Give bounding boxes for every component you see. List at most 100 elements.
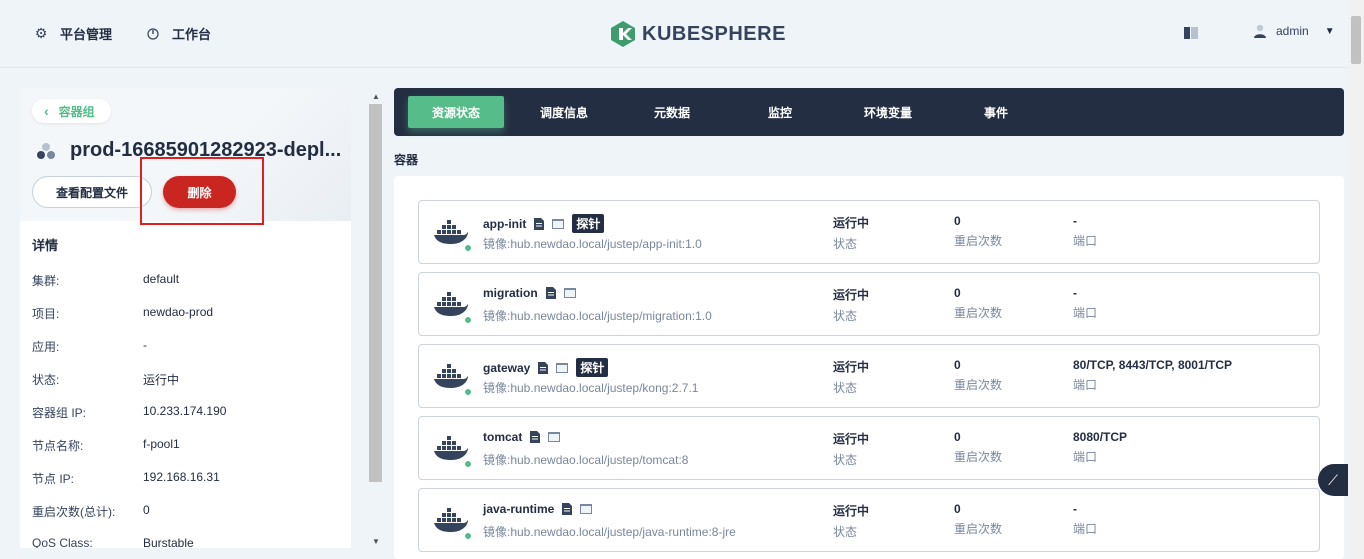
restarts-column: 0 重启次数 [954,358,1002,393]
detail-row: 节点 IP: 192.168.16.31 [32,470,220,487]
nav-workbench[interactable]: 工作台 [146,24,211,43]
restarts-column: 0 重启次数 [954,430,1002,465]
back-button[interactable]: ‹ 容器组 [32,99,111,123]
restarts-label: 重启次数 [954,450,1003,464]
detail-value: Burstable [143,536,194,548]
terminal-icon[interactable] [563,288,576,298]
detail-row: QoS Class: Burstable [32,536,194,548]
container-card[interactable]: migration 镜像:hub.newdao.local/justep/mig… [418,272,1320,336]
container-name-row: gateway 探针 [483,358,609,377]
detail-key: 节点 IP: [32,472,75,486]
container-image: 镜像:hub.newdao.local/justep/app-init:1.0 [483,237,702,251]
detail-value: f-pool1 [143,437,180,451]
hammer-icon: ⟋ [1328,471,1338,488]
status-label: 状态 [833,309,858,323]
detail-value: 运行中 [143,373,180,387]
ports-column: - 端口 [1073,502,1097,537]
terminal-icon[interactable] [580,504,593,514]
container-name-row: migration [483,286,576,300]
ports-value: - [1073,214,1077,228]
detail-row: 节点名称: f-pool1 [32,437,180,454]
restarts-value: 0 [954,430,961,444]
container-name-row: app-init 探针 [483,214,605,233]
kubesphere-logo[interactable]: KUBESPHERE [610,20,786,48]
probe-badge: 探针 [576,358,609,377]
container-card[interactable]: app-init 探针 镜像:hub.newdao.local/justep/a… [418,200,1320,264]
terminal-icon[interactable] [548,432,561,442]
file-icon[interactable] [530,431,541,443]
tab-scheduling[interactable]: 调度信息 [516,96,612,128]
detail-key: 状态: [32,373,60,387]
nav-platform-label: 平台管理 [60,27,113,42]
tab-resource-status[interactable]: 资源状态 [408,96,504,128]
ports-label: 端口 [1073,450,1098,464]
nav-workbench-label: 工作台 [172,27,212,42]
chevron-down-icon: ▼ [1324,25,1335,37]
ports-column: - 端口 [1073,214,1097,249]
ports-value: - [1073,502,1077,516]
restarts-label: 重启次数 [954,234,1003,248]
restarts-value: 0 [954,286,961,300]
detail-tabs: 资源状态 调度信息 元数据 监控 环境变量 事件 [394,88,1344,136]
probe-badge: 探针 [572,214,605,233]
status-column: 运行中 状态 [833,358,869,396]
restarts-value: 0 [954,358,961,372]
tab-events[interactable]: 事件 [948,96,1044,128]
highlight-box [140,157,264,225]
status-dot [464,244,472,252]
gear-icon: ⚙ [34,25,48,41]
detail-row: 重启次数(总计): 0 [32,503,150,520]
detail-key: 集群: [32,274,60,288]
status-label: 状态 [833,237,858,251]
detail-value: 10.233.174.190 [143,404,227,418]
ports-column: 80/TCP, 8443/TCP, 8001/TCP 端口 [1073,358,1232,393]
ports-label: 端口 [1073,522,1098,536]
container-name: gateway [483,360,531,375]
status-column: 运行中 状态 [833,214,869,252]
container-name: tomcat [483,430,523,444]
status-label: 状态 [833,525,858,539]
detail-row: 应用: - [32,338,147,355]
container-card[interactable]: tomcat 镜像:hub.newdao.local/justep/tomcat… [418,416,1320,480]
detail-key: 容器组 IP: [32,406,87,420]
containers-list: app-init 探针 镜像:hub.newdao.local/justep/a… [394,176,1344,559]
back-label: 容器组 [58,104,95,119]
detail-value: 192.168.16.31 [143,470,220,484]
scroll-up-icon[interactable]: ▲ [372,92,380,101]
toolbox-button[interactable]: ⟋ [1318,464,1348,496]
file-icon[interactable] [545,287,556,299]
restarts-column: 0 重启次数 [954,286,1002,321]
container-name-row: java-runtime [483,502,593,516]
status-dot [464,316,472,324]
page-scrollbar[interactable] [1348,0,1364,559]
view-config-button[interactable]: 查看配置文件 [32,176,152,208]
book-icon[interactable] [1184,27,1198,39]
container-name: java-runtime [483,502,555,516]
file-icon[interactable] [534,217,545,230]
file-icon[interactable] [562,503,573,515]
detail-key: 节点名称: [32,439,84,453]
restarts-label: 重启次数 [954,378,1003,392]
kubesphere-logo-icon [611,21,635,47]
container-card[interactable]: java-runtime 镜像:hub.newdao.local/justep/… [418,488,1320,552]
container-image: 镜像:hub.newdao.local/justep/kong:2.7.1 [483,381,699,395]
tab-metadata[interactable]: 元数据 [624,96,720,128]
ports-label: 端口 [1073,306,1098,320]
tab-env-vars[interactable]: 环境变量 [840,96,936,128]
detail-row: 容器组 IP: 10.233.174.190 [32,404,226,421]
restarts-column: 0 重启次数 [954,214,1002,249]
restarts-column: 0 重启次数 [954,502,1002,537]
file-icon[interactable] [538,361,549,374]
page-scrollbar-thumb[interactable] [1351,16,1361,64]
terminal-icon[interactable] [556,362,569,373]
left-scrollbar-thumb[interactable] [369,104,382,482]
container-name: migration [483,286,538,300]
detail-value: - [143,338,147,352]
terminal-icon[interactable] [552,218,565,229]
tab-monitoring[interactable]: 监控 [732,96,828,128]
user-menu[interactable]: admin ▼ [1254,24,1335,38]
left-panel-scrollbar[interactable]: ▲ ▼ [368,88,384,548]
scroll-down-icon[interactable]: ▼ [372,537,380,546]
container-card[interactable]: gateway 探针 镜像:hub.newdao.local/justep/ko… [418,344,1320,408]
nav-platform[interactable]: ⚙ 平台管理 [34,24,112,43]
